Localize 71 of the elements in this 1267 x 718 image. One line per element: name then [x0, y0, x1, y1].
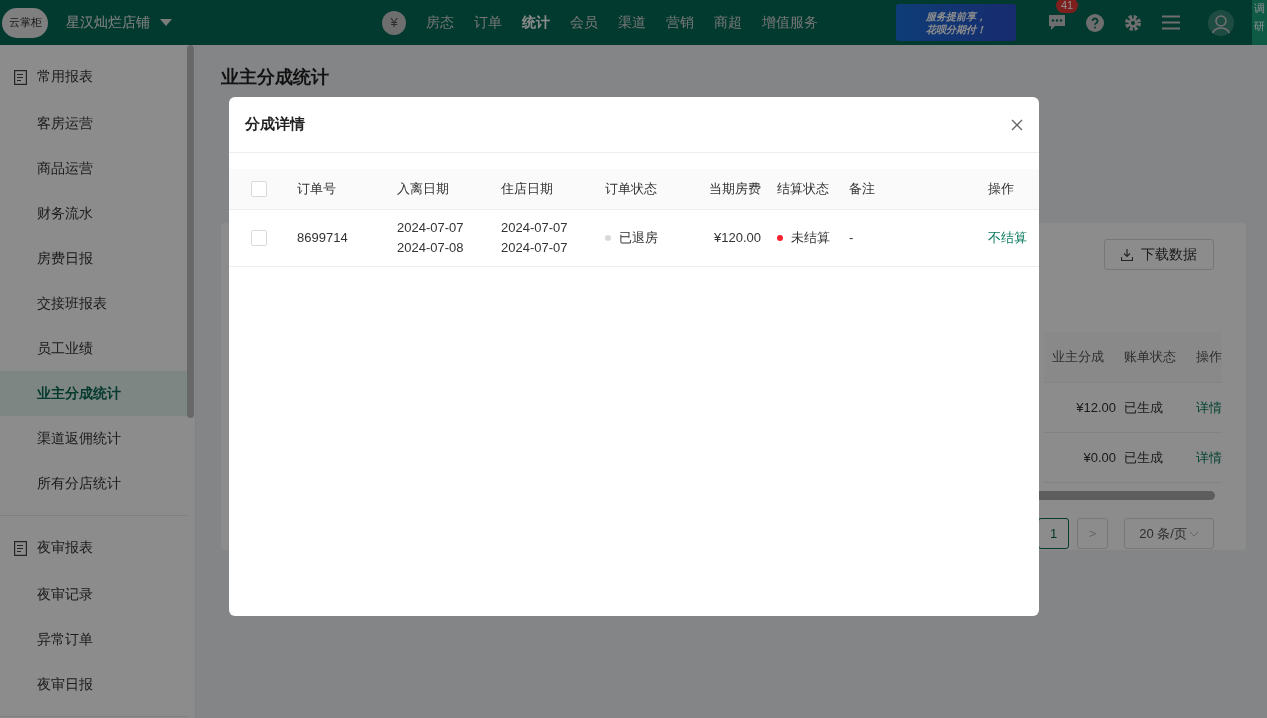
column-header: 操作 [980, 169, 1039, 210]
column-header: 入离日期 [389, 169, 493, 210]
table-cell: ¥12.00 [1044, 383, 1116, 433]
survey-tab[interactable]: 调研 [1252, 0, 1267, 45]
column-header: 备注 [841, 169, 980, 210]
close-icon[interactable] [1011, 118, 1023, 131]
logo: 云掌柜 [2, 7, 48, 38]
page-size-select[interactable]: 20 条/页 [1124, 518, 1214, 549]
download-icon [1121, 248, 1133, 261]
nav-tab[interactable]: 营销 [656, 13, 704, 32]
sidebar-item[interactable]: 客房运营 [0, 101, 187, 146]
date-text: 2024-07-07 [397, 219, 464, 237]
sidebar-item[interactable]: 房费日报 [0, 236, 187, 281]
row-checkbox[interactable] [251, 230, 267, 246]
note-text: - [849, 229, 854, 247]
column-header: 订单状态 [597, 169, 697, 210]
no-settle-link[interactable]: 不结算 [988, 229, 1027, 247]
menu-group-title[interactable]: 常用报表 [37, 68, 93, 86]
sidebar-item[interactable]: 夜审日报 [0, 662, 187, 707]
column-header: 住店日期 [493, 169, 597, 210]
menu-icon[interactable] [1162, 15, 1180, 30]
sidebar-item[interactable]: 员工业绩 [0, 326, 187, 371]
date-text: 2024-07-08 [397, 239, 464, 257]
settings-icon[interactable] [1124, 13, 1142, 32]
select-all-checkbox[interactable] [251, 181, 267, 197]
help-icon[interactable] [1086, 13, 1104, 32]
document-icon [14, 69, 27, 85]
room-fee: ¥120.00 [714, 229, 761, 247]
page-title: 业主分成统计 [221, 66, 330, 89]
sidebar-item[interactable]: 夜审记录 [0, 572, 187, 617]
sidebar-item[interactable]: 渠道返佣统计 [0, 416, 187, 461]
nav-tab[interactable]: 订单 [464, 13, 512, 32]
store-name: 星汉灿烂店铺 [66, 13, 150, 32]
sidebar-item[interactable]: 商品运营 [0, 146, 187, 191]
menu-group-title[interactable]: 夜审报表 [37, 539, 93, 557]
sidebar-item[interactable]: 所有分店统计 [0, 461, 187, 506]
nav-tab[interactable]: 增值服务 [752, 13, 828, 32]
nav-tab[interactable]: 渠道 [608, 13, 656, 32]
date-text: 2024-07-07 [501, 219, 568, 237]
table-cell: ¥0.00 [1044, 433, 1116, 483]
date-text: 2024-07-07 [501, 239, 568, 257]
column-header: 结算状态 [769, 169, 841, 210]
message-icon[interactable] [1048, 14, 1066, 31]
column-header: 订单号 [289, 169, 389, 210]
chevron-down-icon [1188, 530, 1199, 537]
settlement-status: 未结算 [791, 229, 830, 247]
user-avatar[interactable] [1208, 9, 1234, 36]
nav-tab[interactable]: 统计 [512, 13, 560, 32]
nav-tab[interactable]: 商超 [704, 13, 752, 32]
promo-banner[interactable]: 服务提前享， 花呗分期付！ [896, 4, 1016, 41]
yen-icon[interactable]: ¥ [382, 10, 406, 35]
caret-icon[interactable] [160, 18, 172, 27]
nav-tab[interactable]: 会员 [560, 13, 608, 32]
table-cell: 已生成 [1116, 433, 1188, 483]
sidebar-item[interactable]: 财务流水 [0, 191, 187, 236]
sidebar-item[interactable]: 业主分成统计 [0, 371, 187, 416]
scrollbar-thumb[interactable] [187, 45, 194, 418]
report-icon [14, 540, 27, 556]
table-cell: 已生成 [1116, 383, 1188, 433]
dialog-title: 分成详情 [245, 115, 305, 134]
nav-tab[interactable]: 房态 [416, 13, 464, 32]
details-link[interactable]: 详情 [1196, 448, 1222, 467]
sidebar-item[interactable]: 异常订单 [0, 617, 187, 662]
details-link[interactable]: 详情 [1196, 398, 1222, 417]
page-button[interactable]: 1 [1038, 518, 1069, 549]
order-status: 已退房 [619, 229, 658, 247]
message-badge: 41 [1056, 0, 1079, 13]
download-button[interactable]: 下载数据 [1104, 239, 1214, 270]
column-header: 当期房费 [697, 169, 769, 210]
order-number: 8699714 [297, 229, 348, 247]
sidebar-item[interactable]: 交接班报表 [0, 281, 187, 326]
